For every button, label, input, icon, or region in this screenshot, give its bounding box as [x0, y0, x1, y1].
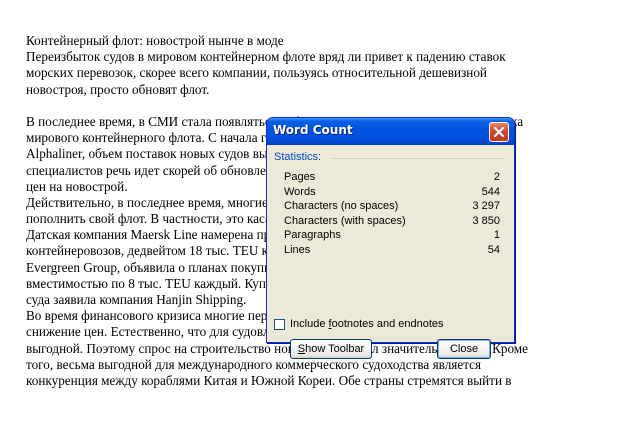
stat-label: Characters (with spaces): [284, 214, 406, 227]
word-count-dialog: Word Count Statistics: Pages 2 Words 544…: [266, 117, 515, 359]
doc-line: Контейнерный флот: новострой нынче в мод…: [26, 33, 284, 48]
doc-line: Переизбыток судов в мировом контейнерном…: [26, 49, 506, 65]
statistics-list: Pages 2 Words 544 Characters (no spaces)…: [284, 171, 500, 258]
checkbox-label-post: ootnotes and endnotes: [331, 318, 444, 330]
show-toolbar-accel: S: [297, 343, 306, 355]
close-button-label: Close: [449, 343, 479, 355]
stat-label: Lines: [284, 243, 311, 256]
dialog-titlebar[interactable]: Word Count: [267, 118, 514, 145]
stat-value: 544: [481, 185, 500, 198]
include-footnotes-checkbox[interactable]: [274, 319, 285, 330]
stat-row-characters-with-spaces: Characters (with spaces) 3 850: [284, 215, 500, 228]
doc-line: того, весьма выгодной для международного…: [26, 356, 482, 372]
group-divider: [332, 158, 505, 159]
stat-row-pages: Pages 2: [284, 171, 500, 184]
stat-value: 3 297: [472, 200, 500, 212]
show-toolbar-label: how Toolbar: [305, 343, 365, 355]
stat-label: Pages: [284, 171, 316, 183]
show-toolbar-button[interactable]: Show Toolbar: [290, 339, 372, 359]
doc-line: морских перевозок, скорее всего компании…: [26, 65, 487, 81]
statistics-label: Statistics:: [274, 151, 322, 163]
close-icon[interactable]: [489, 122, 509, 142]
stat-value: 2: [493, 171, 500, 183]
stat-label: Words: [284, 185, 316, 198]
doc-line-empty: [26, 98, 626, 114]
stat-row-paragraphs: Paragraphs 1: [284, 229, 500, 242]
stat-value: 54: [487, 243, 500, 256]
doc-line: новостроя, просто обновят флот.: [26, 81, 210, 97]
stat-row-words: Words 544: [284, 186, 500, 199]
include-footnotes-label[interactable]: Include footnotes and endnotes: [290, 318, 444, 330]
dialog-title: Word Count: [273, 123, 353, 137]
stat-label: Characters (no spaces): [284, 200, 399, 212]
dialog-body: Statistics: Pages 2 Words 544 Characters…: [270, 145, 511, 359]
close-button[interactable]: Close: [437, 339, 491, 359]
doc-line: конкуренция между кораблями Китая и Южно…: [26, 372, 512, 388]
stat-value: 3 850: [472, 214, 500, 227]
stat-label: Paragraphs: [284, 229, 341, 241]
checkbox-label-pre: Include: [290, 318, 329, 330]
stat-value: 1: [493, 229, 500, 241]
stat-row-lines: Lines 54: [284, 244, 500, 257]
stat-row-characters-no-spaces: Characters (no spaces) 3 297: [284, 200, 500, 213]
